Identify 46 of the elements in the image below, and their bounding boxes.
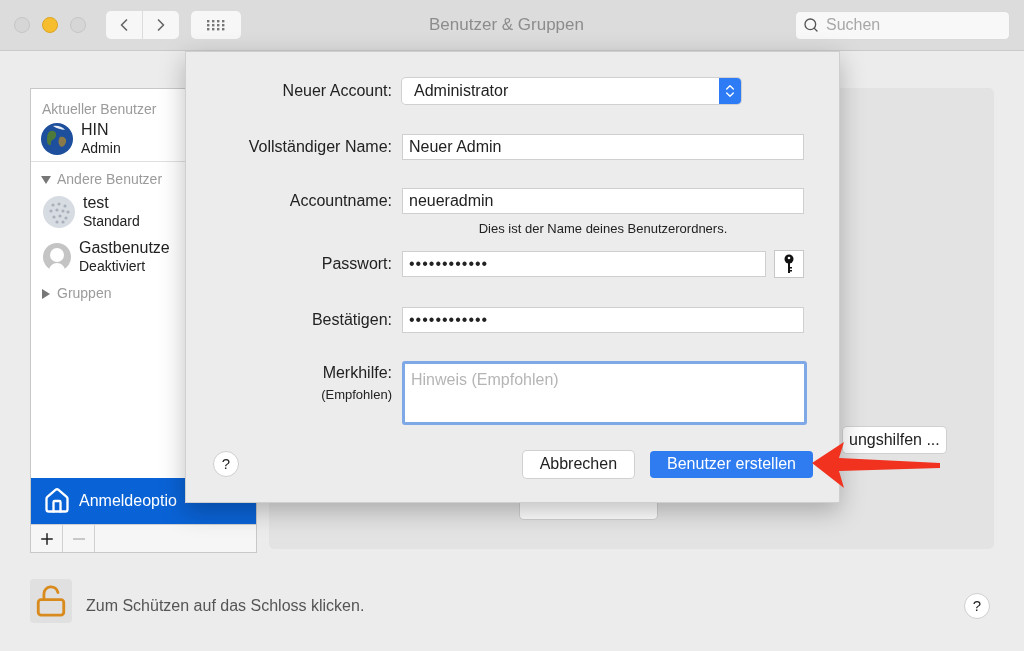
section-header: Aktueller Benutzer <box>41 100 158 119</box>
help-button[interactable]: ? <box>213 451 239 477</box>
lock-hint: Zum Schützen auf das Schloss klicken. <box>86 596 365 616</box>
globe-icon <box>41 122 73 155</box>
golf-ball-icon <box>43 195 75 228</box>
create-user-button[interactable]: Benutzer erstellen <box>650 450 813 478</box>
field-label: Vollständiger Name: <box>248 137 392 157</box>
show-all-button[interactable] <box>191 11 241 39</box>
field-label: Merkhilfe: <box>322 362 392 383</box>
field-label: Bestätigen: <box>311 309 392 330</box>
guest-user-icon <box>43 242 71 271</box>
user-name[interactable]: Gastbenutze <box>79 237 170 257</box>
hint-field[interactable]: Hinweis (Empfohlen) <box>402 360 807 425</box>
user-role: Admin <box>81 138 121 158</box>
field-label: Accountname: <box>289 191 392 211</box>
account-type-popup[interactable]: Administrator <box>402 78 741 104</box>
user-role: Standard <box>83 211 140 231</box>
password-field[interactable]: •••••••••••• <box>402 306 804 333</box>
password-field[interactable]: •••••••••••• <box>402 250 766 277</box>
field-label: Neuer Account: <box>282 81 392 101</box>
field-label: Passwort: <box>321 253 392 274</box>
disclosure-triangle-icon[interactable] <box>41 174 51 185</box>
user-name[interactable]: test <box>83 192 140 212</box>
search-icon <box>803 16 819 33</box>
user-role: Deaktiviert <box>79 256 147 276</box>
cancel-button[interactable]: Abbrechen <box>522 450 635 478</box>
field-note: Dies ist der Name deines Benutzerordners. <box>477 220 729 238</box>
section-header: Andere Benutzer <box>57 170 163 189</box>
back-button[interactable] <box>106 11 142 39</box>
password-assistant-button[interactable] <box>774 249 804 278</box>
text-field[interactable]: Neuer Admin <box>402 134 804 160</box>
disclosure-triangle-icon[interactable] <box>41 288 51 299</box>
section-header: Gruppen <box>57 284 112 303</box>
grid-icon <box>206 19 226 31</box>
text-field[interactable]: neueradmin <box>402 188 804 214</box>
accessibility-button[interactable]: ungshilfen ... <box>843 427 946 453</box>
help-button[interactable]: ? <box>964 593 990 619</box>
user-name[interactable]: HIN <box>81 119 121 139</box>
minus-icon <box>72 537 85 540</box>
search-field[interactable]: Suchen <box>795 10 1010 40</box>
forward-button[interactable] <box>143 11 179 39</box>
key-icon <box>784 253 794 274</box>
window-title: Benutzer & Gruppen <box>429 14 584 37</box>
house-icon <box>43 487 71 515</box>
field-sublabel: (Empfohlen) <box>321 385 392 404</box>
stepper-icon <box>719 78 741 104</box>
